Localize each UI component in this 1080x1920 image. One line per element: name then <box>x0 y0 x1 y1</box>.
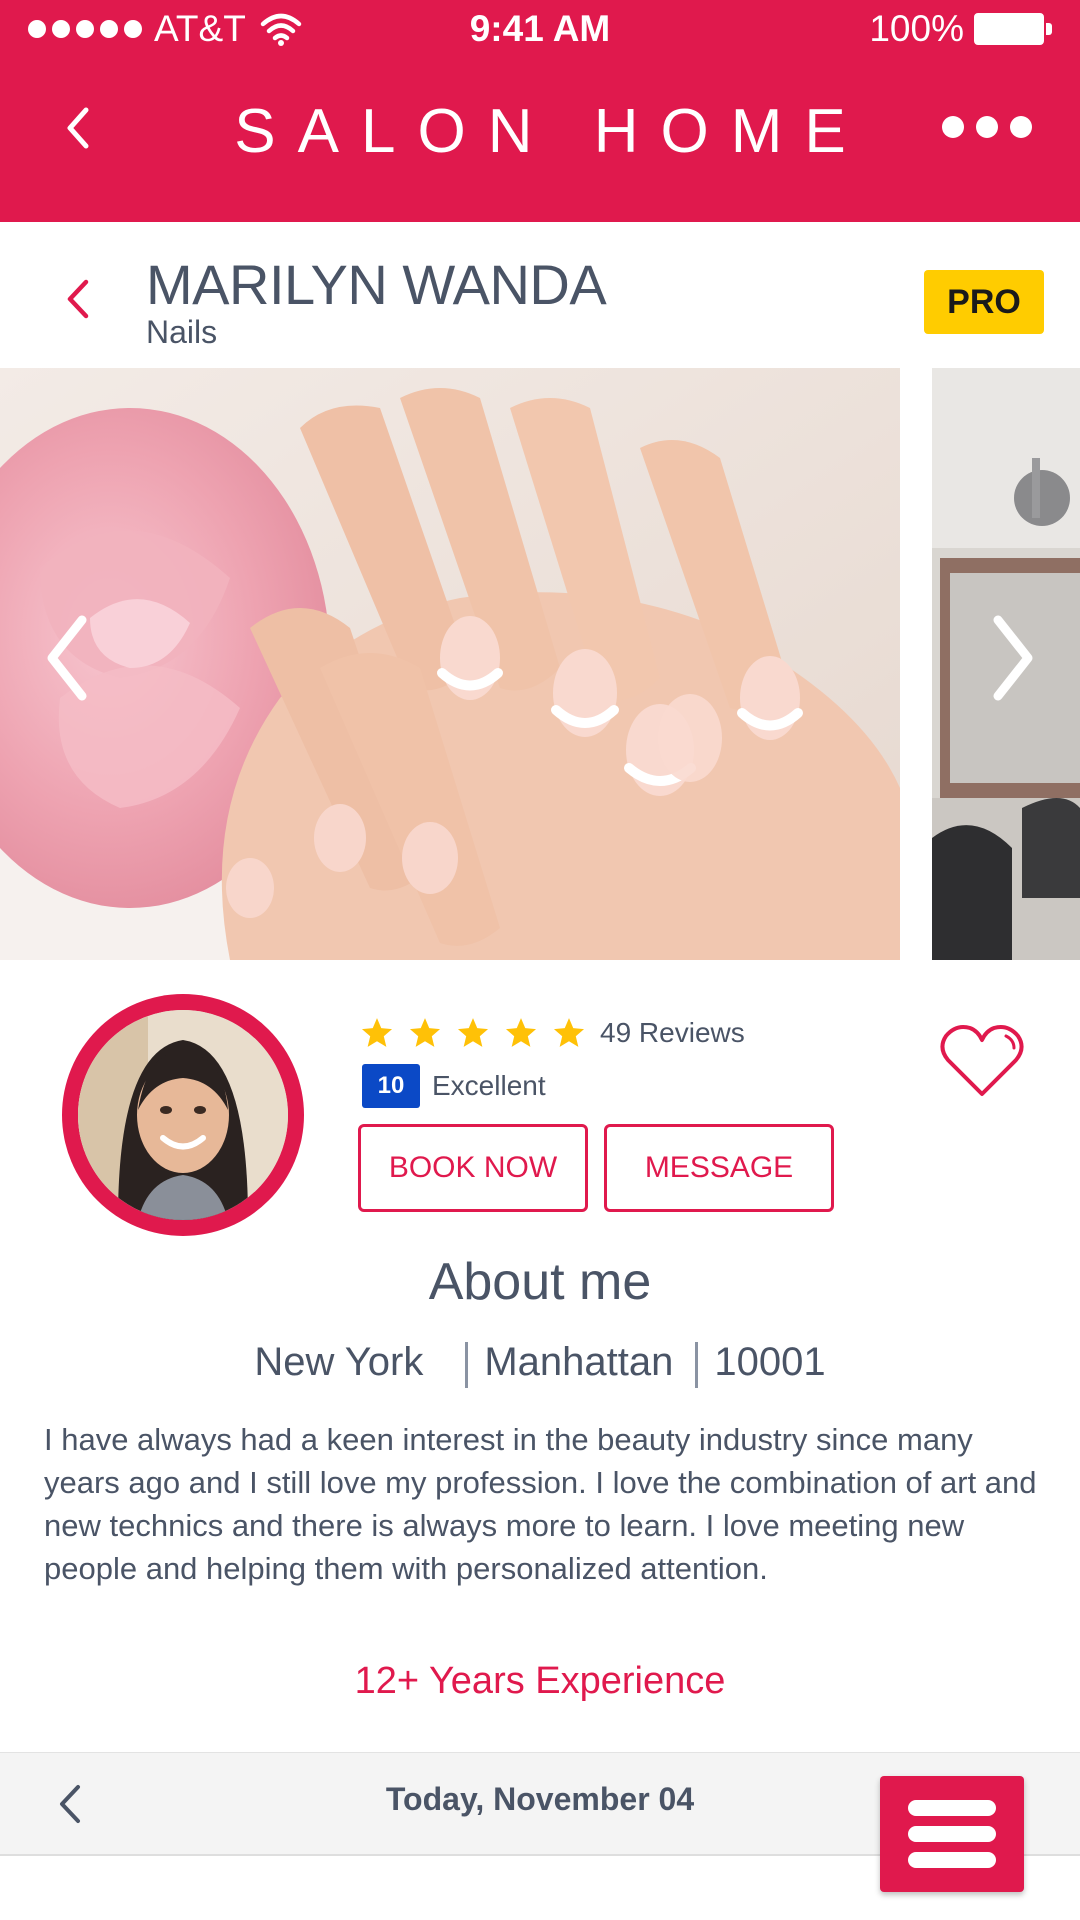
profile-name: MARILYN WANDA <box>146 253 607 316</box>
experience-text: 12+ Years Experience <box>354 1660 726 1702</box>
gallery-next-arrow-icon[interactable] <box>982 608 1042 708</box>
battery-icon <box>974 13 1052 45</box>
star-icon <box>409 1018 441 1047</box>
score-row: 10 Excellent <box>362 1064 546 1108</box>
location-area: Manhattan <box>484 1340 674 1384</box>
star-icon <box>457 1018 489 1047</box>
location-city: New York <box>254 1340 424 1384</box>
rating-stars <box>360 1016 586 1050</box>
reviews-count[interactable]: 49 Reviews <box>600 1017 745 1049</box>
pro-badge: PRO <box>924 270 1044 334</box>
avatar-photo <box>78 1010 288 1220</box>
photo-gallery[interactable] <box>0 368 1080 960</box>
hamburger-menu-icon[interactable] <box>880 1776 1024 1892</box>
about-title: About me <box>428 1253 652 1311</box>
book-now-button[interactable]: BOOK NOW <box>358 1124 588 1212</box>
message-button[interactable]: MESSAGE <box>604 1124 834 1212</box>
location-zip: 10001 <box>714 1340 826 1384</box>
battery-status: 100% <box>869 8 1052 50</box>
profile-avatar <box>62 994 304 1236</box>
location-row: New York Manhattan 10001 <box>0 1340 1080 1388</box>
heart-icon[interactable] <box>938 1022 1026 1100</box>
app-header: AT&T 9:41 AM 100% SALON HOME <box>0 0 1080 222</box>
gallery-prev-arrow-icon[interactable] <box>38 608 98 708</box>
star-icon <box>505 1018 537 1047</box>
profile-category: Nails <box>146 314 218 350</box>
status-bar: AT&T 9:41 AM 100% <box>0 0 1080 60</box>
battery-percentage: 100% <box>869 8 964 49</box>
app-logo: SALON HOME <box>234 97 868 166</box>
rating-row: 49 Reviews <box>360 1016 745 1050</box>
back-chevron-icon[interactable] <box>58 274 98 324</box>
top-nav-bar: SALON HOME <box>0 80 1080 180</box>
more-dots-icon[interactable] <box>942 116 1032 138</box>
gallery-photo-nails[interactable] <box>0 368 900 960</box>
about-bio: I have always had a keen interest in the… <box>44 1422 1037 1586</box>
score-badge: 10 <box>362 1064 420 1108</box>
profile-title-row: MARILYN WANDA Nails PRO <box>0 222 1080 368</box>
score-label: Excellent <box>432 1070 546 1101</box>
star-icon <box>361 1018 393 1047</box>
star-icon <box>553 1018 585 1047</box>
